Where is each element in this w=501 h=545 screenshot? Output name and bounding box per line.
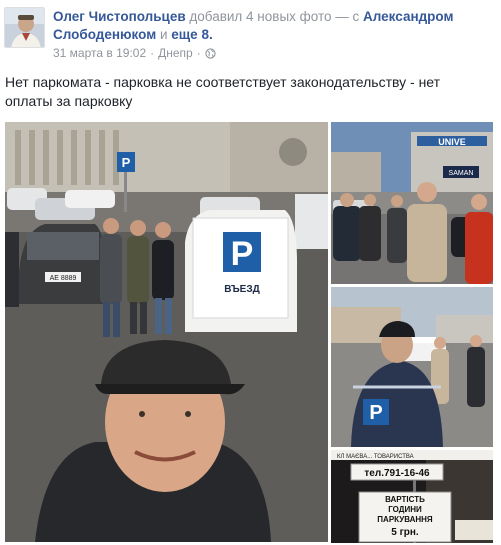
sign-phone-text: тел.791-16-46: [364, 468, 430, 479]
store-sign-text: SAMAN: [449, 170, 474, 177]
globe-icon[interactable]: [205, 47, 216, 59]
vest-parking-letter: P: [369, 402, 382, 424]
sign-line-1: ВАРТІСТЬ: [385, 495, 425, 504]
post-action-text: добавил 4 новых фото — с: [189, 9, 360, 24]
photo-main[interactable]: P АЕ 8889 P ВЪЕЗД: [5, 122, 328, 542]
svg-text:P: P: [122, 155, 131, 170]
and-text: и: [159, 27, 168, 42]
license-plate: АЕ 8889: [50, 275, 77, 282]
street-sign-text: КЛ МАЄВА... ТОВАРИСТВА: [337, 454, 414, 460]
meta-separator: ·: [196, 46, 201, 60]
building-sign-text: UNIVE: [438, 137, 466, 147]
sign-line-3: ПАРКУВАННЯ: [377, 515, 433, 524]
photo-3[interactable]: P: [331, 287, 493, 447]
tagged-others-link[interactable]: еще 8.: [171, 27, 212, 42]
photo-post: Олег Чистопольцев добавил 4 новых фото —…: [0, 0, 501, 545]
photo-4[interactable]: КЛ МАЄВА... ТОВАРИСТВА тел.791-16-46 ВАР…: [331, 450, 493, 543]
parking-sign-letter: P: [231, 235, 254, 273]
photo-2[interactable]: UNIVE SAMAN: [331, 122, 493, 284]
parking-sign-text: ВЪЕЗД: [224, 284, 259, 295]
post-location-link[interactable]: Днепр: [158, 46, 193, 60]
post-text: Нет паркомата - парковка не соответствуе…: [5, 74, 441, 109]
author-avatar[interactable]: [4, 7, 45, 48]
post-meta: 31 марта в 19:02 · Днепр ·: [53, 46, 216, 60]
post-timestamp-link[interactable]: 31 марта в 19:02: [53, 46, 146, 60]
post-header: Олег Чистопольцев добавил 4 новых фото —…: [53, 8, 493, 44]
meta-separator: ·: [150, 46, 155, 60]
avatar-image: [5, 8, 44, 47]
sign-line-4: 5 грн.: [391, 527, 419, 538]
author-name-link[interactable]: Олег Чистопольцев: [53, 9, 186, 24]
sign-line-2: ГОДИНИ: [388, 505, 422, 514]
